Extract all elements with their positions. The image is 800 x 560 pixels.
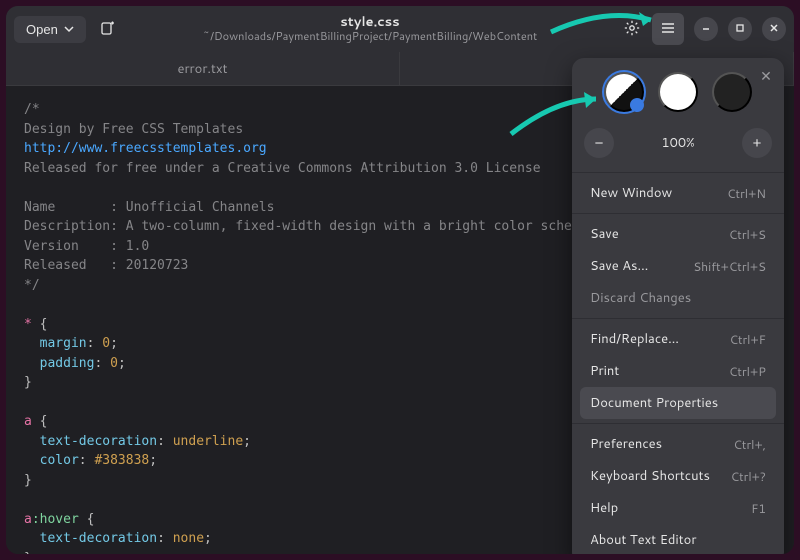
open-button[interactable]: Open — [14, 16, 86, 43]
menu-item-label: Document Properties — [590, 394, 718, 412]
menu-item-save[interactable]: Save Ctrl+S — [580, 218, 776, 250]
theme-dark-button[interactable] — [712, 72, 752, 112]
hamburger-menu-popup: ✕ − 100% + New Window Ctrl+N Save Ctrl+S… — [572, 58, 784, 554]
title-block: style.css ~/Downloads/PaymentBillingProj… — [124, 14, 616, 44]
chevron-down-icon — [64, 22, 74, 37]
plus-icon: + — [753, 135, 762, 152]
menu-item-label: Discard Changes — [590, 289, 691, 307]
window: Open style.css ~/Downloads/PaymentBillin… — [6, 6, 794, 554]
hamburger-icon — [661, 21, 675, 38]
tab-error-txt[interactable]: error.txt — [6, 52, 400, 85]
menu-item-keyboard-shortcuts[interactable]: Keyboard Shortcuts Ctrl+? — [580, 460, 776, 492]
open-button-label: Open — [26, 22, 58, 37]
close-icon: ✕ — [760, 68, 772, 84]
tab-label: error.txt — [177, 60, 227, 78]
zoom-level: 100% — [661, 134, 694, 152]
menu-separator — [572, 318, 784, 319]
zoom-out-button[interactable]: − — [584, 128, 614, 158]
minimize-button[interactable] — [694, 17, 718, 41]
theme-light-button[interactable] — [658, 72, 698, 112]
new-tab-button[interactable] — [92, 13, 124, 45]
menu-separator — [572, 423, 784, 424]
menu-item-preferences[interactable]: Preferences Ctrl+, — [580, 428, 776, 460]
menu-item-about[interactable]: About Text Editor — [580, 524, 776, 554]
zoom-row: − 100% + — [580, 124, 776, 168]
menu-item-label: Help — [590, 499, 618, 517]
file-path: ~/Downloads/PaymentBillingProject/Paymen… — [124, 30, 616, 44]
close-button[interactable] — [762, 17, 786, 41]
maximize-icon — [735, 23, 745, 36]
menu-item-shortcut: F1 — [751, 500, 766, 517]
menu-item-find-replace[interactable]: Find/Replace… Ctrl+F — [580, 323, 776, 355]
titlebar: Open style.css ~/Downloads/PaymentBillin… — [6, 6, 794, 52]
menu-item-new-window[interactable]: New Window Ctrl+N — [580, 177, 776, 209]
gear-button[interactable] — [616, 13, 648, 45]
menu-item-document-properties[interactable]: Document Properties — [580, 387, 776, 419]
menu-item-label: Find/Replace… — [590, 330, 679, 348]
menu-separator — [572, 213, 784, 214]
menu-item-help[interactable]: Help F1 — [580, 492, 776, 524]
menu-item-save-as[interactable]: Save As… Shift+Ctrl+S — [580, 250, 776, 282]
menu-item-shortcut: Ctrl+? — [731, 468, 766, 485]
minus-icon: − — [595, 135, 604, 152]
menu-item-label: About Text Editor — [590, 531, 696, 549]
theme-system-button[interactable] — [604, 72, 644, 112]
window-controls — [694, 17, 786, 41]
menu-item-label: Print — [590, 362, 619, 380]
new-tab-icon — [100, 20, 116, 39]
menu-item-shortcut: Ctrl+F — [729, 331, 766, 348]
minimize-icon — [701, 23, 711, 36]
zoom-in-button[interactable]: + — [742, 128, 772, 158]
menu-separator — [572, 172, 784, 173]
theme-row — [580, 66, 776, 124]
menu-item-label: Preferences — [590, 435, 662, 453]
menu-item-label: Keyboard Shortcuts — [590, 467, 710, 485]
menu-item-label: Save As… — [590, 257, 648, 275]
popup-close-button[interactable]: ✕ — [756, 66, 776, 86]
hamburger-menu-button[interactable] — [652, 13, 684, 45]
gear-icon — [624, 20, 640, 39]
menu-item-shortcut: Ctrl+N — [727, 185, 766, 202]
menu-item-discard-changes[interactable]: Discard Changes — [580, 282, 776, 314]
menu-item-print[interactable]: Print Ctrl+P — [580, 355, 776, 387]
menu-item-label: Save — [590, 225, 619, 243]
menu-item-shortcut: Ctrl+S — [729, 226, 766, 243]
menu-item-shortcut: Shift+Ctrl+S — [693, 258, 766, 275]
maximize-button[interactable] — [728, 17, 752, 41]
menu-item-shortcut: Ctrl+P — [729, 363, 766, 380]
menu-item-label: New Window — [590, 184, 672, 202]
menu-item-shortcut: Ctrl+, — [733, 436, 766, 453]
close-icon — [769, 23, 779, 36]
